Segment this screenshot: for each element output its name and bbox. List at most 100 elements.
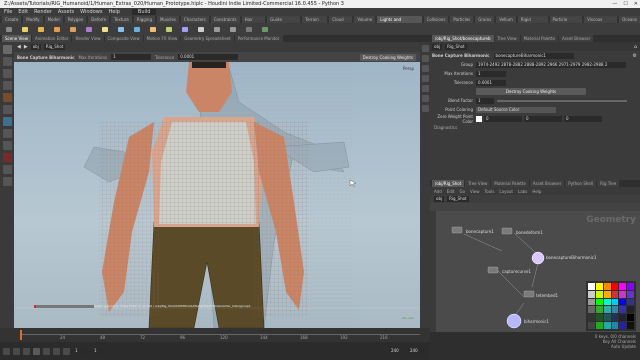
network-menu-help[interactable]: Help (532, 189, 541, 194)
shelf-tab-deform[interactable]: Deform (88, 16, 110, 23)
blend-factor-field[interactable]: 1 (476, 97, 494, 104)
shelf-tool-gi-light[interactable] (146, 24, 160, 34)
forward-icon[interactable]: ▶ (24, 44, 28, 50)
shelf-tool-geometry-light[interactable] (66, 24, 80, 34)
pane-tab-python-shell[interactable]: Python Shell (565, 180, 597, 187)
palette-swatch[interactable] (588, 306, 595, 314)
palette-swatch[interactable] (627, 290, 634, 298)
maximize-button[interactable]: ☐ (623, 0, 627, 8)
menu-help[interactable]: Help (108, 9, 119, 15)
max-iterations-field[interactable]: 1 (111, 54, 152, 60)
shelf-tab-modify[interactable]: Modify (23, 16, 43, 23)
shelf-tool-point-light[interactable] (18, 24, 32, 34)
palette-swatch[interactable] (611, 290, 619, 298)
network-menu-edit[interactable]: Edit (447, 189, 455, 194)
pane-tab-tree-view[interactable]: Tree View (494, 35, 520, 42)
record-icon[interactable] (2, 153, 12, 162)
shelf-tab-guide-process[interactable]: Guide Process (267, 16, 301, 29)
shelf-tool-camera[interactable] (2, 24, 16, 34)
shelf-tool-switcher[interactable] (242, 24, 256, 34)
pane-tab-geometry-spreadsheet[interactable]: Geometry Spreadsheet (181, 35, 234, 42)
wireframe-icon[interactable] (421, 55, 429, 62)
camera-icon[interactable] (421, 75, 429, 82)
pose-tool-icon[interactable] (2, 105, 12, 114)
point-coloring-select[interactable]: Default Source Color (476, 106, 556, 113)
last-frame-icon[interactable] (63, 347, 70, 355)
stop-icon[interactable] (33, 347, 40, 355)
home-icon[interactable]: ⌂ (634, 44, 637, 50)
pane-tab-performance-monitor[interactable]: Performance Monitor (234, 35, 283, 42)
max-iter-field[interactable]: 1 (476, 70, 506, 77)
shelf-tab-particle-fluids[interactable]: Particle Fluids (549, 16, 583, 29)
network-menu-labs[interactable]: Labs (518, 189, 527, 194)
rotate-tool-icon[interactable] (2, 69, 12, 78)
shelf-tab-muscles[interactable]: Muscles (156, 16, 179, 23)
network-menu-add[interactable]: Add (434, 189, 442, 194)
move-tool-icon[interactable] (2, 57, 12, 66)
scale-tool-icon[interactable] (2, 81, 12, 90)
tolerance-field[interactable]: 0.0001 (178, 54, 239, 60)
persp-label[interactable]: Persp (403, 66, 414, 71)
palette-swatch[interactable] (619, 322, 627, 329)
shelf-tab-characters[interactable]: Characters (180, 16, 209, 23)
ghost-icon[interactable] (421, 105, 429, 112)
network-graph[interactable]: bonecapture1 bonedeform1 bonecaptureBiha… (436, 211, 640, 340)
palette-swatch[interactable] (588, 322, 595, 329)
menu-assets[interactable]: Assets (58, 9, 74, 15)
shelf-tab-polygon[interactable]: Polygon (64, 16, 87, 23)
pane-tab-material-palette[interactable]: Material Palette (520, 35, 558, 42)
frame-end-field[interactable]: 240 (389, 348, 405, 354)
palette-swatch[interactable] (619, 283, 627, 290)
shelf-tab-oceans[interactable]: Oceans (619, 16, 640, 23)
palette-swatch[interactable] (588, 314, 595, 322)
zero-weight-swatch[interactable] (476, 115, 482, 122)
tol-field[interactable]: 0.0001 (476, 79, 506, 86)
path-rig-shot[interactable]: Rig_Shot (43, 44, 66, 50)
shelf-tool-caustic-light[interactable] (162, 24, 176, 34)
palette-swatch[interactable] (611, 306, 619, 314)
menu-edit[interactable]: Edit (18, 9, 28, 15)
frame-end-field-2[interactable]: 240 (408, 348, 424, 354)
network-path-rig[interactable]: Rig_Shot (447, 196, 469, 202)
shelf-tab-viscous-fluids[interactable]: Viscous Fluids (584, 16, 618, 29)
shelf-tool-ambient-light[interactable] (194, 24, 208, 34)
palette-swatch[interactable] (603, 290, 611, 298)
group-field[interactable]: 1974-2492 2878-2882 2888-2892 2966 2971-… (476, 61, 626, 68)
shelf-tab-vellum[interactable]: Vellum (496, 16, 516, 23)
select-tool-icon[interactable] (2, 45, 12, 54)
params-path-rig[interactable]: Rig_Shot (445, 43, 467, 50)
shelf-tab-grains[interactable]: Grains (475, 16, 495, 23)
palette-swatch[interactable] (627, 314, 634, 322)
palette-swatch[interactable] (611, 283, 619, 290)
handle-tool-icon[interactable] (2, 93, 12, 102)
palette-swatch[interactable] (619, 290, 627, 298)
palette-swatch[interactable] (611, 322, 619, 329)
frame-start-field[interactable]: 1 (92, 348, 108, 354)
palette-swatch[interactable] (619, 314, 627, 322)
grid-icon[interactable] (2, 165, 12, 174)
auto-update[interactable]: Auto Update (434, 344, 636, 349)
palette-swatch[interactable] (595, 322, 603, 329)
current-frame-field[interactable]: 1 (73, 348, 89, 354)
minimize-button[interactable]: — (612, 0, 617, 8)
shelf-tool-distant-light[interactable] (98, 24, 112, 34)
zero-weight-r[interactable]: 0 (484, 115, 522, 122)
desktop-selector[interactable]: Build (131, 9, 157, 15)
shelf-tab-collisions[interactable]: Collisions (423, 16, 449, 23)
shelf-tab-hair-utils[interactable]: Hair Utils (241, 16, 266, 29)
palette-swatch[interactable] (619, 306, 627, 314)
shelf-tab-particles[interactable]: Particles (450, 16, 474, 23)
magnet-icon[interactable] (2, 141, 12, 150)
shelf-tool-sky-light[interactable] (130, 24, 144, 34)
zero-weight-g[interactable]: 0 (524, 115, 562, 122)
shelf-tab-texture[interactable]: Texture (111, 16, 132, 23)
pane-tab-scene-view[interactable]: Scene View (2, 35, 31, 42)
shelf-tool-spot-light[interactable] (34, 24, 48, 34)
shelf-tool-vr-camera[interactable] (226, 24, 240, 34)
play-icon[interactable] (43, 347, 50, 355)
palette-swatch[interactable] (611, 298, 619, 306)
play-reverse-icon[interactable] (23, 347, 30, 355)
palette-swatch[interactable] (595, 314, 603, 322)
shelf-tool-portal-light[interactable] (178, 24, 192, 34)
palette-swatch[interactable] (603, 298, 611, 306)
